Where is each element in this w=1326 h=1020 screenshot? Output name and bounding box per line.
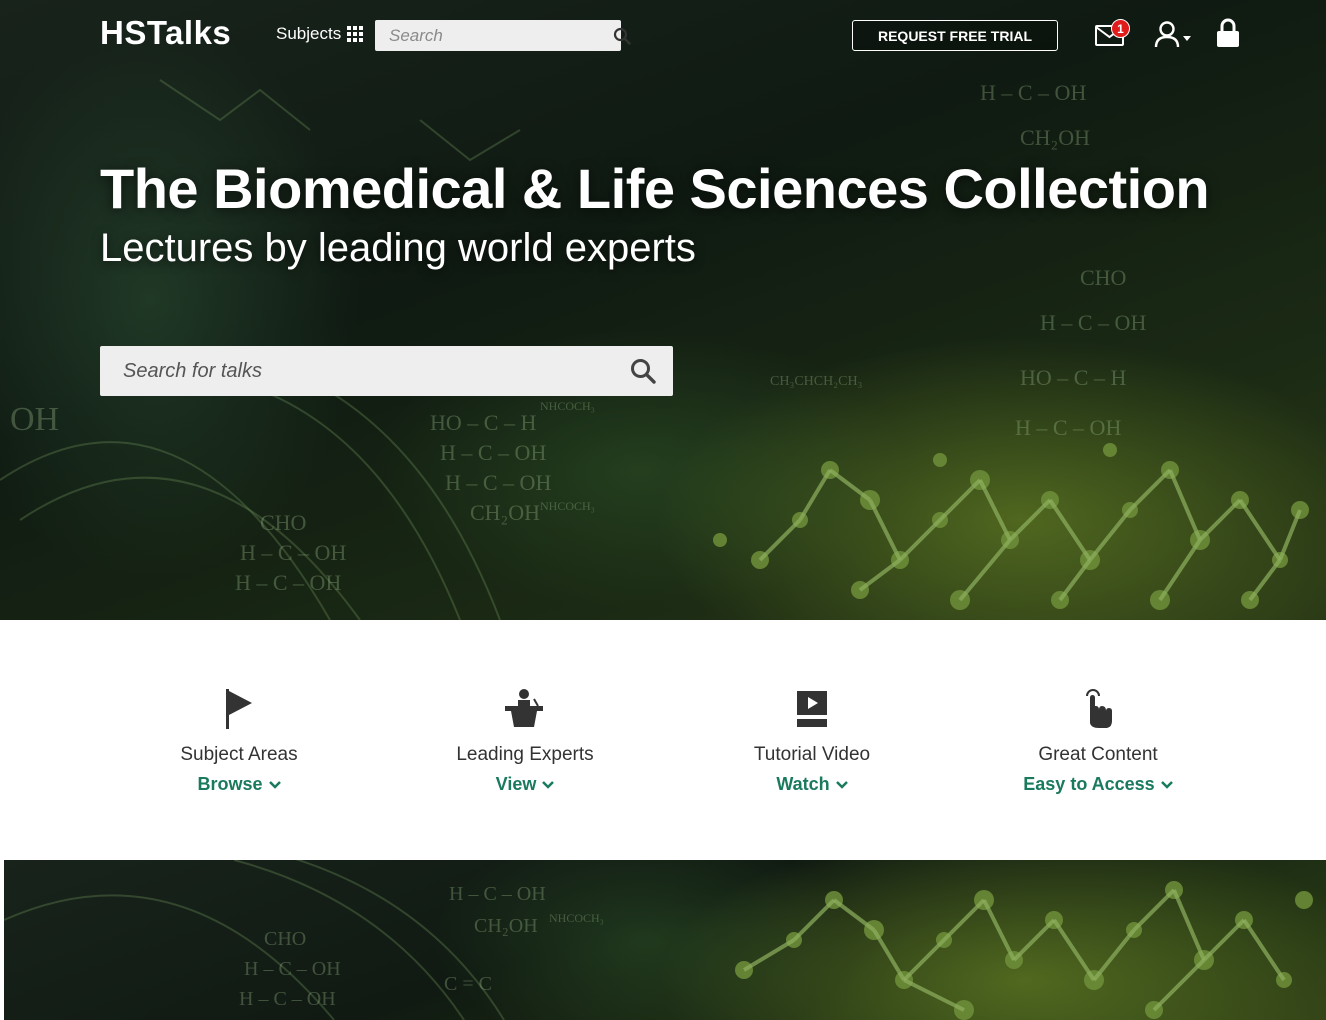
hero-banner: H – C – OH CH₂OH CHO H – C – OH HO – C –… <box>0 0 1326 620</box>
svg-text:H – C – OH: H – C – OH <box>449 883 546 905</box>
watch-link[interactable]: Watch <box>776 774 848 795</box>
svg-text:H – C – OH: H – C – OH <box>445 470 551 495</box>
speaker-podium-icon <box>505 689 543 727</box>
chevron-down-icon <box>542 780 555 789</box>
hero-background-art: H – C – OH CH₂OH CHO H – C – OH HO – C –… <box>0 79 1309 620</box>
svg-text:CH₂OH: CH₂OH <box>474 915 538 937</box>
talks-search-input[interactable] <box>100 346 613 396</box>
svg-text:OH: OH <box>10 401 59 438</box>
video-play-icon <box>797 691 827 727</box>
header-search-input[interactable] <box>375 20 613 51</box>
feature-title: Leading Experts <box>456 744 594 765</box>
svg-text:H – C – OH: H – C – OH <box>980 80 1086 105</box>
feature-link-label: Browse <box>197 774 263 794</box>
tap-hand-icon <box>1086 689 1112 728</box>
feature-tutorial-video: Tutorial Video Watch <box>682 686 942 795</box>
svg-text:CH₃CHCH₂CH₃: CH₃CHCH₂CH₃ <box>770 374 863 389</box>
header-search-box <box>375 20 631 51</box>
feature-leading-experts: Leading Experts View <box>395 686 655 795</box>
browse-link[interactable]: Browse <box>197 774 281 795</box>
grid-menu-icon <box>347 26 364 42</box>
chevron-down-icon <box>835 780 848 789</box>
svg-text:H – C – OH: H – C – OH <box>1015 415 1121 440</box>
hero-title: The Biomedical & Life Sciences Collectio… <box>100 157 1210 220</box>
flag-icon <box>226 689 252 729</box>
svg-text:C = C: C = C <box>444 973 492 995</box>
secondary-banner-image: H – C – OH CH₂OH CHO H – C – OH H – C – … <box>4 860 1326 1020</box>
svg-text:H – C – OH: H – C – OH <box>235 570 341 595</box>
svg-text:NHCOCH₃: NHCOCH₃ <box>540 399 595 413</box>
svg-text:CHO: CHO <box>260 510 306 535</box>
chevron-down-icon <box>268 780 281 789</box>
svg-text:NHCOCH₃: NHCOCH₃ <box>540 499 595 513</box>
feature-great-content: Great Content Easy to Access <box>968 686 1228 795</box>
feature-title: Subject Areas <box>180 744 298 765</box>
chevron-down-icon <box>1160 780 1173 789</box>
search-icon[interactable] <box>613 346 673 396</box>
hero-subtitle: Lectures by leading world experts <box>100 226 696 270</box>
svg-text:H – C – OH: H – C – OH <box>239 988 336 1010</box>
subjects-menu-button[interactable]: Subjects <box>276 24 364 44</box>
easy-to-access-link[interactable]: Easy to Access <box>1023 774 1173 795</box>
features-section: Subject Areas Browse Leading Experts Vie… <box>0 620 1326 860</box>
notification-badge: 1 <box>1111 19 1130 38</box>
view-link[interactable]: View <box>496 774 555 795</box>
search-icon[interactable] <box>613 21 631 51</box>
svg-text:H – C – OH: H – C – OH <box>440 440 546 465</box>
site-logo[interactable]: HSTalks <box>100 14 231 52</box>
lock-icon[interactable] <box>1216 18 1240 48</box>
banner-background-art: H – C – OH CH₂OH CHO H – C – OH H – C – … <box>4 860 1313 1020</box>
feature-link-label: View <box>495 774 537 794</box>
user-account-icon[interactable] <box>1154 20 1196 50</box>
svg-text:CHO: CHO <box>264 928 306 950</box>
svg-text:HO – C – H: HO – C – H <box>1020 365 1126 390</box>
svg-text:H – C – OH: H – C – OH <box>244 958 341 980</box>
feature-title: Great Content <box>1038 744 1158 765</box>
svg-text:NHCOCH₃: NHCOCH₃ <box>549 911 604 925</box>
feature-link-label: Easy to Access <box>1023 774 1155 794</box>
subjects-label: Subjects <box>276 24 342 43</box>
svg-text:H – C – OH: H – C – OH <box>240 540 346 565</box>
svg-text:CH₂OH: CH₂OH <box>1020 125 1090 150</box>
svg-text:CHO: CHO <box>1080 265 1126 290</box>
feature-subject-areas: Subject Areas Browse <box>109 686 369 795</box>
svg-text:HO – C – H: HO – C – H <box>430 410 536 435</box>
request-free-trial-button[interactable]: REQUEST FREE TRIAL <box>852 20 1058 51</box>
talks-search-box <box>100 346 673 396</box>
svg-text:CH₂OH: CH₂OH <box>470 500 540 525</box>
feature-title: Tutorial Video <box>753 744 871 765</box>
feature-link-label: Watch <box>776 774 830 794</box>
svg-text:H – C – OH: H – C – OH <box>1040 310 1146 335</box>
